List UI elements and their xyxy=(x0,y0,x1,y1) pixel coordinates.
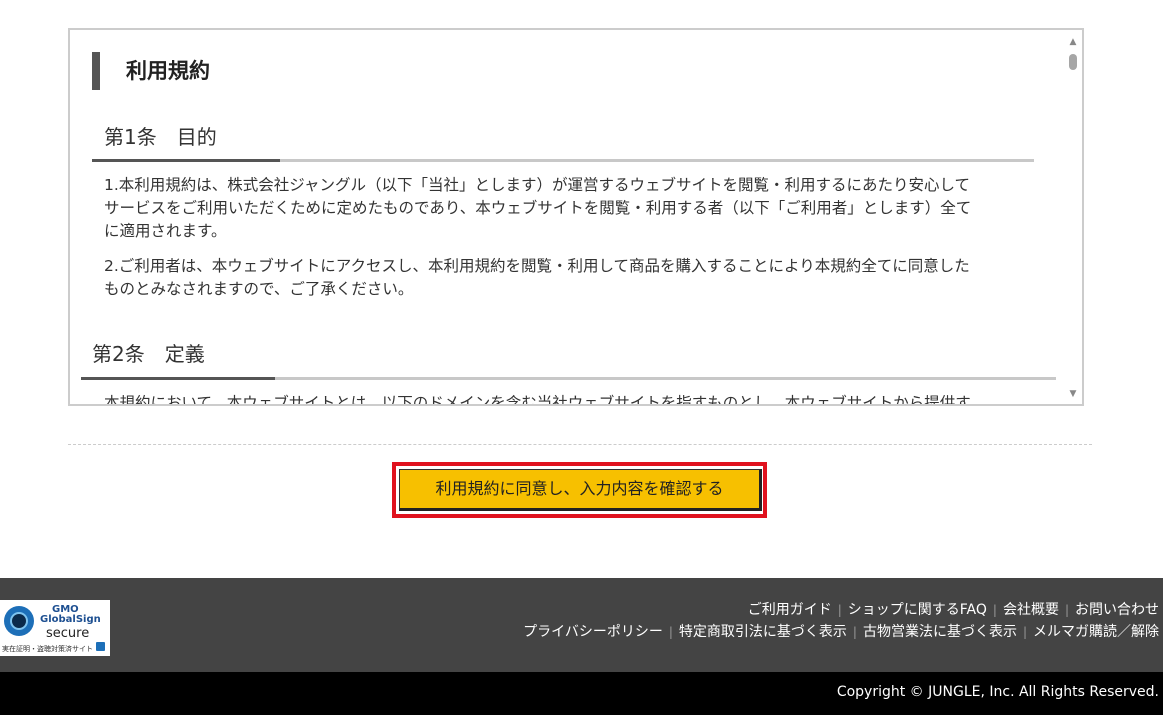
article-1-para-2-line-1: 2.ご利用者は、本ウェブサイトにアクセスし、本利用規約を閲覧・利用して商品を購入… xyxy=(104,257,970,275)
confirm-button-highlight: 利用規約に同意し、入力内容を確認する xyxy=(392,462,767,518)
footer-link-contact[interactable]: お問い合わせ xyxy=(1075,602,1159,618)
lock-icon xyxy=(96,642,105,651)
globalsign-secure-badge[interactable]: GMO GlobalSign secure 実在証明・盗聴対策済サイト xyxy=(0,600,110,656)
footer-links-row-2: プライバシーポリシー | 特定商取引法に基づく表示 | 古物営業法に基づく表示 | メルマガ… xyxy=(523,624,1159,640)
terms-scrollbar[interactable]: ▲ ▼ xyxy=(1064,30,1082,404)
terms-heading: 利用規約 xyxy=(92,52,210,90)
footer-link-newsletter[interactable]: メルマガ購読／解除 xyxy=(1033,624,1159,640)
article-1-para-1-line-1: 1.本利用規約は、株式会社ジャングル（以下「当社」とします）が運営するウェブサイ… xyxy=(104,176,971,194)
copyright-bar: Copyright © JUNGLE, Inc. All Rights Rese… xyxy=(0,672,1163,715)
footer-link-guide[interactable]: ご利用ガイド xyxy=(748,602,832,618)
badge-caption: 実在証明・盗聴対策済サイト xyxy=(2,645,93,653)
section-divider xyxy=(68,444,1092,445)
footer-link-antique-law[interactable]: 古物営業法に基づく表示 xyxy=(863,624,1017,640)
copyright-text: Copyright © JUNGLE, Inc. All Rights Rese… xyxy=(836,684,1159,700)
terms-scroll-box[interactable]: 利用規約 第1条 目的 1.本利用規約は、株式会社ジャングル（以下「当社」としま… xyxy=(68,28,1084,406)
article-1-para-2-line-2: ものとみなされますので、ご了承ください。 xyxy=(104,280,414,298)
article-2-title: 第2条 定義 xyxy=(92,342,205,366)
footer: GMO GlobalSign secure 実在証明・盗聴対策済サイト ご利用ガ… xyxy=(0,578,1163,672)
badge-secure: secure xyxy=(46,626,90,641)
agree-and-confirm-button[interactable]: 利用規約に同意し、入力内容を確認する xyxy=(399,469,762,511)
article-1-para-1-line-2: サービスをご利用いただくために定めたものであり、本ウェブサイトを閲覧・利用する者… xyxy=(104,199,972,217)
footer-links-row-1: ご利用ガイド | ショップに関するFAQ | 会社概要 | お問い合わせ xyxy=(747,602,1159,618)
footer-link-privacy[interactable]: プライバシーポリシー xyxy=(523,624,663,640)
scroll-up-arrow-icon[interactable]: ▲ xyxy=(1064,34,1082,50)
footer-link-company[interactable]: 会社概要 xyxy=(1003,602,1059,618)
article-1-title: 第1条 目的 xyxy=(104,125,217,149)
scroll-thumb[interactable] xyxy=(1069,54,1077,70)
footer-link-commerce-law[interactable]: 特定商取引法に基づく表示 xyxy=(679,624,847,640)
globalsign-eye-icon xyxy=(4,606,34,636)
footer-link-faq[interactable]: ショップに関するFAQ xyxy=(848,602,987,618)
terms-content: 利用規約 第1条 目的 1.本利用規約は、株式会社ジャングル（以下「当社」としま… xyxy=(70,30,1064,404)
scroll-down-arrow-icon[interactable]: ▼ xyxy=(1064,386,1082,402)
article-2-rule xyxy=(81,377,1056,380)
badge-name: GlobalSign xyxy=(40,614,101,625)
article-1-para-1-line-3: に適用されます。 xyxy=(104,222,227,240)
article-2-para-1: 本規約において、本ウェブサイトとは、以下のドメインを含む当社ウェブサイトを指すも… xyxy=(104,394,971,404)
article-1-rule xyxy=(92,159,1034,162)
